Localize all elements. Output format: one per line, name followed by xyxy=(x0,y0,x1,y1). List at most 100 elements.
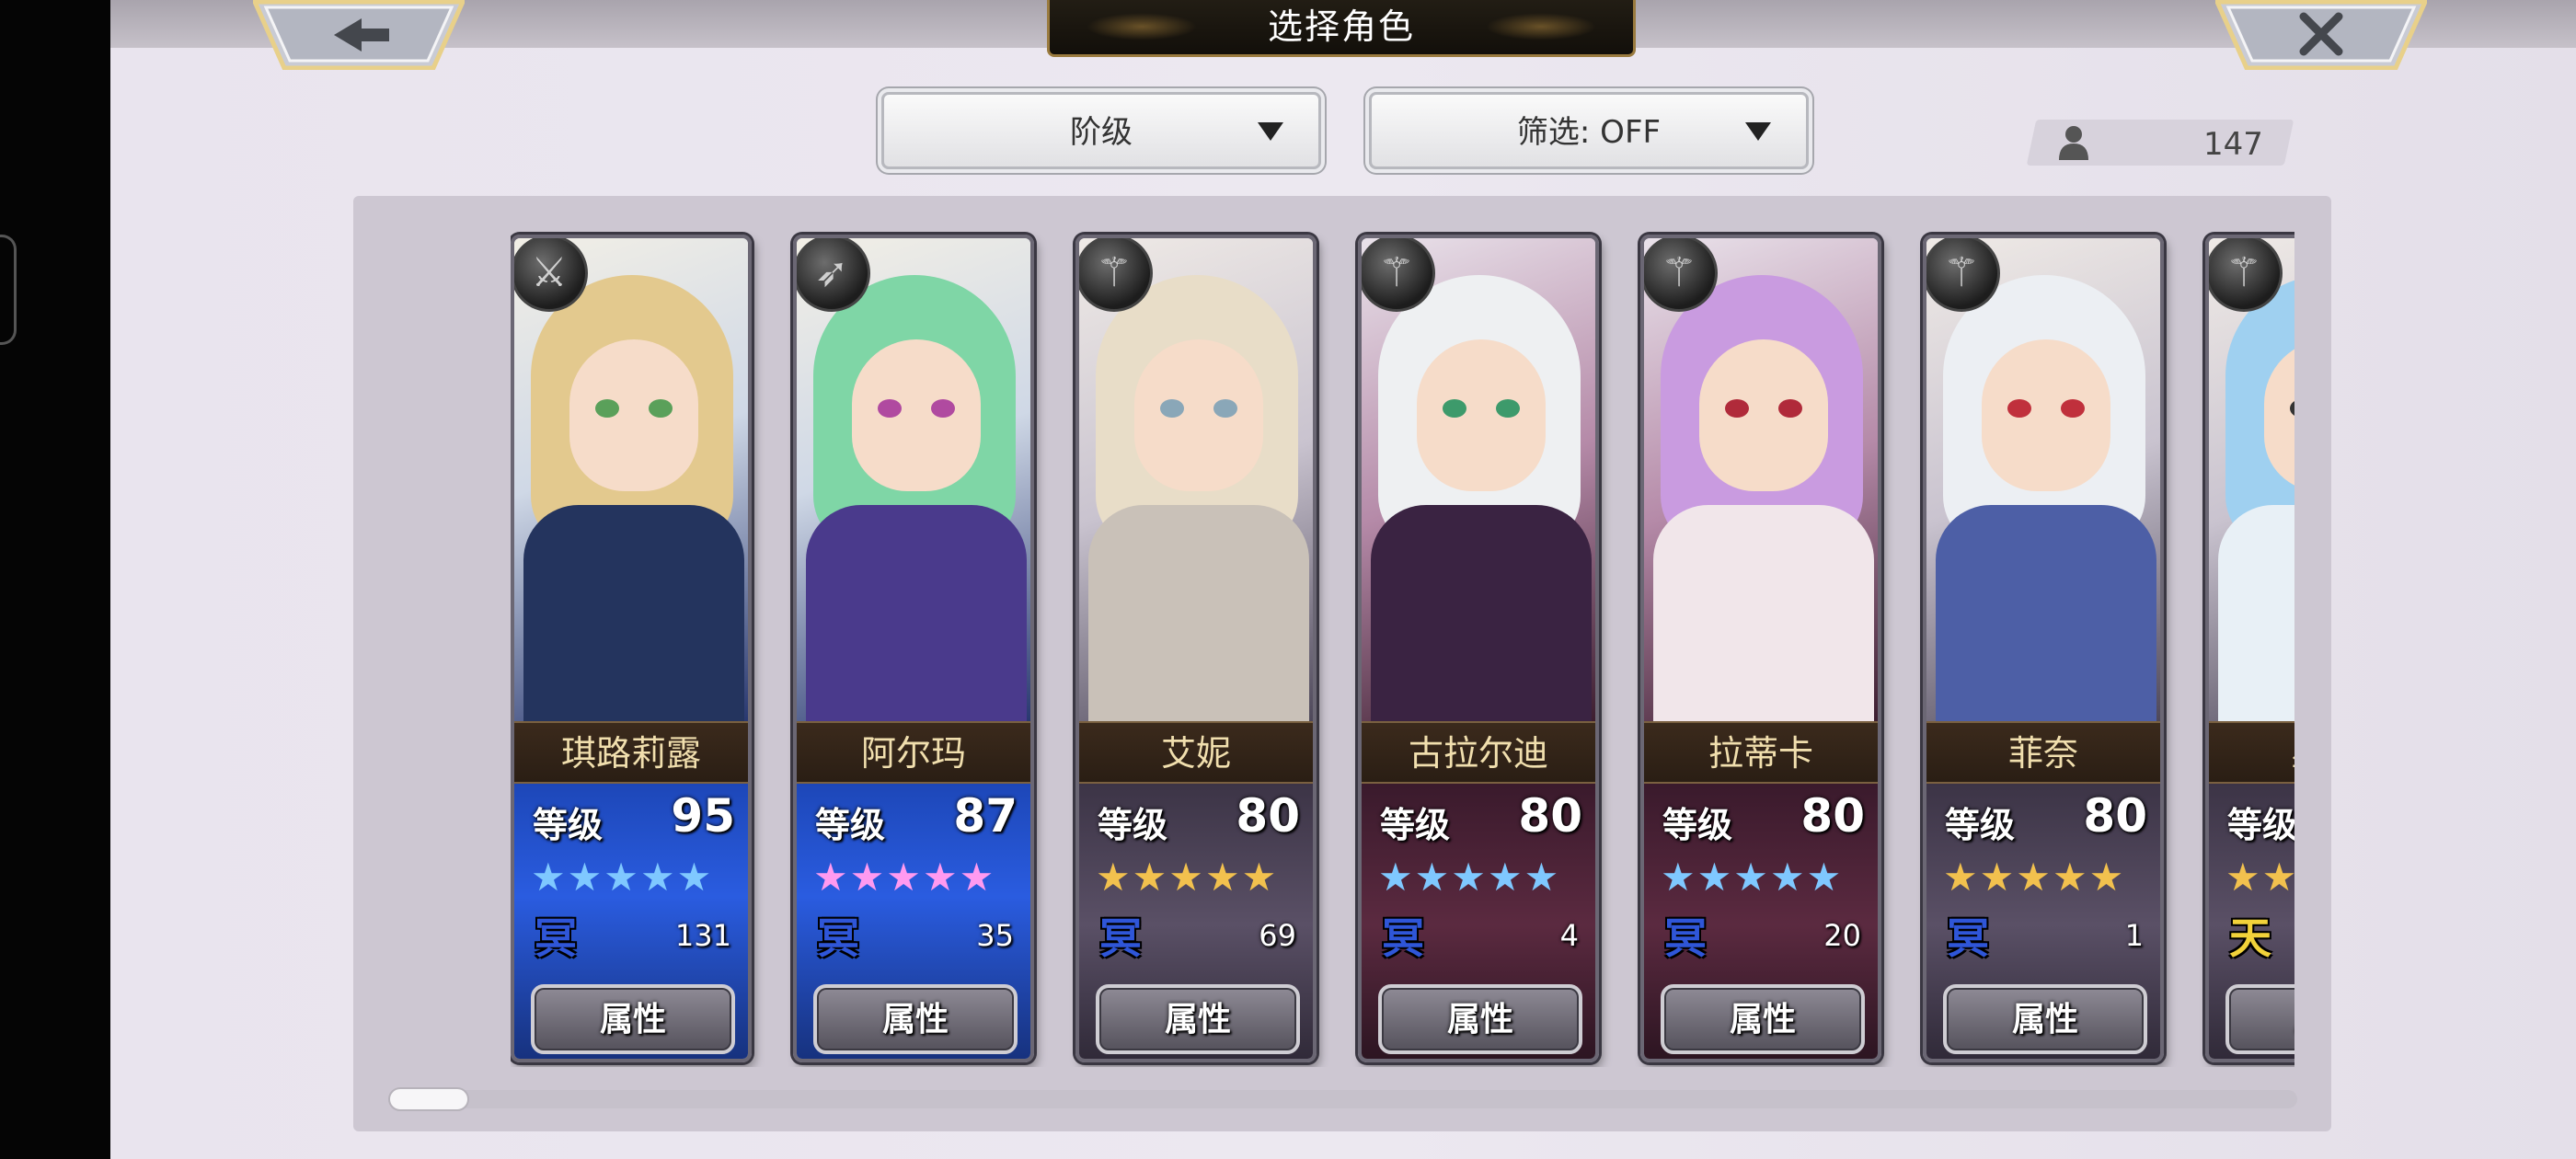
attributes-button[interactable]: 属性 xyxy=(1661,984,1865,1054)
character-name-bar: 艾妮 xyxy=(1079,721,1313,784)
back-button[interactable] xyxy=(253,0,465,70)
level-value: 87 xyxy=(953,789,1018,843)
attributes-button[interactable]: 属性 xyxy=(2225,984,2294,1054)
attributes-button[interactable]: 属性 xyxy=(1378,984,1582,1054)
staff-icon: ⚚ xyxy=(2209,238,2283,312)
level-label: 等级 xyxy=(1380,805,1451,845)
bow-icon: ➶ xyxy=(797,238,870,312)
level-label: 等级 xyxy=(1945,805,2016,845)
sort-dropdown-label: 阶级 xyxy=(1070,114,1133,151)
character-info: 等级 80 ★★★★★ 冥 20 属性 xyxy=(1644,784,1878,1059)
character-name-bar: 古拉尔迪 xyxy=(1362,721,1595,784)
character-card[interactable]: ⚔ 琪路莉露 等级 95 ★★★★★ 冥 131 属性 xyxy=(511,235,752,1062)
element-badge: 冥 xyxy=(817,913,859,963)
roster-counter: 147 xyxy=(2026,120,2294,166)
character-name-bar: 拉蒂卡 xyxy=(1644,721,1878,784)
element-badge: 天 xyxy=(2229,913,2271,963)
character-card[interactable]: ➶ 阿尔玛 等级 87 ★★★★★ 冥 35 属性 xyxy=(793,235,1034,1062)
attributes-button-label: 属性 xyxy=(881,1001,949,1039)
attributes-button[interactable]: 属性 xyxy=(1943,984,2147,1054)
level-value: 95 xyxy=(671,789,735,843)
roster-count: 147 xyxy=(2203,126,2263,163)
character-name: 阿尔玛 xyxy=(860,733,966,774)
level-label: 等级 xyxy=(2227,805,2294,845)
star-rating: ★★★★★ xyxy=(813,855,996,900)
attributes-button-label: 属性 xyxy=(1446,1001,1513,1039)
element-badge: 冥 xyxy=(1664,913,1707,963)
character-info: 等级 80 ★★★★★ 冥 69 属性 xyxy=(1079,784,1313,1059)
level-value: 80 xyxy=(1236,789,1300,843)
character-name-bar: 菲奈 xyxy=(1926,721,2160,784)
close-button[interactable] xyxy=(2215,0,2427,70)
sort-dropdown[interactable]: 阶级 xyxy=(881,92,1321,169)
left-bezel xyxy=(0,0,110,1159)
star-rating: ★★★★★ xyxy=(2225,855,2294,900)
character-name: 古拉尔迪 xyxy=(1408,733,1548,774)
character-name: 菲奈 xyxy=(2007,733,2078,774)
scrollbar-thumb[interactable] xyxy=(388,1087,469,1111)
page-title: 选择角色 xyxy=(1267,6,1415,47)
staff-icon: ⚚ xyxy=(1362,238,1435,312)
character-name: 琪路莉露 xyxy=(560,733,701,774)
character-name: 艾妮 xyxy=(1160,733,1231,774)
character-info: 等级 80 ★★★★★ 冥 1 属性 xyxy=(1926,784,2160,1059)
character-info: 等级 ★★★★★ 天 属性 xyxy=(2209,784,2294,1059)
filter-dropdown[interactable]: 筛选: OFF xyxy=(1369,92,1809,169)
character-portrait xyxy=(2209,238,2294,744)
attributes-button-label: 属性 xyxy=(1729,1001,1796,1039)
attributes-button[interactable]: 属性 xyxy=(1096,984,1300,1054)
character-name: 星之 xyxy=(2209,723,2294,782)
character-card[interactable]: ⚚ 古拉尔迪 等级 80 ★★★★★ 冥 4 属性 xyxy=(1358,235,1599,1062)
character-card[interactable]: ⚚ 拉蒂卡 等级 80 ★★★★★ 冥 20 属性 xyxy=(1640,235,1881,1062)
character-card[interactable]: ⚚ 菲奈 等级 80 ★★★★★ 冥 1 属性 xyxy=(1923,235,2164,1062)
back-arrow-icon xyxy=(334,18,389,52)
level-label: 等级 xyxy=(1662,805,1733,845)
close-x-icon xyxy=(2299,12,2343,56)
star-rating: ★★★★★ xyxy=(1943,855,2126,900)
attributes-button-label: 属性 xyxy=(2229,988,2295,1050)
person-icon xyxy=(2059,126,2088,160)
attributes-button[interactable]: 属性 xyxy=(813,984,1018,1054)
level-value: 80 xyxy=(1800,789,1865,843)
star-rating: ★★★★★ xyxy=(531,855,714,900)
owned-count: 4 xyxy=(1559,918,1579,953)
owned-count: 1 xyxy=(2124,918,2144,953)
level-label: 等级 xyxy=(533,805,604,845)
owned-count: 131 xyxy=(674,918,731,953)
character-name-bar: 阿尔玛 xyxy=(797,721,1030,784)
star-rating: ★★★★★ xyxy=(1096,855,1279,900)
element-badge: 冥 xyxy=(1947,913,1989,963)
attributes-button-label: 属性 xyxy=(2011,1001,2078,1039)
scrollbar-track[interactable] xyxy=(388,1090,2297,1108)
filter-dropdown-label: 筛选: OFF xyxy=(1516,114,1662,151)
attributes-button-label: 属性 xyxy=(1164,1001,1231,1039)
owned-count: 35 xyxy=(976,918,1014,953)
owned-count: 69 xyxy=(1259,918,1296,953)
level-label: 等级 xyxy=(1098,805,1168,845)
level-value: 80 xyxy=(2083,789,2147,843)
attributes-button[interactable]: 属性 xyxy=(531,984,735,1054)
owned-count: 20 xyxy=(1823,918,1861,953)
attributes-button-label: 属性 xyxy=(599,1001,666,1039)
chevron-down-icon xyxy=(1745,122,1771,141)
staff-icon: ⚚ xyxy=(1644,238,1718,312)
element-badge: 冥 xyxy=(1099,913,1142,963)
character-info: 等级 80 ★★★★★ 冥 4 属性 xyxy=(1362,784,1595,1059)
title-plate: 选择角色 xyxy=(1047,0,1636,57)
sword-icon: ⚔ xyxy=(514,238,588,312)
character-card[interactable]: ⚚ 艾妮 等级 80 ★★★★★ 冥 69 属性 xyxy=(1075,235,1317,1062)
chevron-down-icon xyxy=(1258,122,1283,141)
element-badge: 冥 xyxy=(535,913,577,963)
staff-icon: ⚚ xyxy=(1079,238,1153,312)
star-rating: ★★★★★ xyxy=(1378,855,1561,900)
character-name-bar: 琪路莉露 xyxy=(514,721,748,784)
star-rating: ★★★★★ xyxy=(1661,855,1844,900)
side-tab-handle[interactable] xyxy=(0,235,17,345)
character-card[interactable]: ⚚ 星之 等级 ★★★★★ 天 属性 xyxy=(2205,235,2294,1062)
character-name: 拉蒂卡 xyxy=(1708,733,1813,774)
staff-icon: ⚚ xyxy=(1926,238,2000,312)
character-list[interactable]: ⚔ 琪路莉露 等级 95 ★★★★★ 冥 131 属性 ➶ 阿尔玛 等级 87 … xyxy=(511,225,2294,1067)
character-info: 等级 87 ★★★★★ 冥 35 属性 xyxy=(797,784,1030,1059)
character-info: 等级 95 ★★★★★ 冥 131 属性 xyxy=(514,784,748,1059)
level-value: 80 xyxy=(1518,789,1582,843)
